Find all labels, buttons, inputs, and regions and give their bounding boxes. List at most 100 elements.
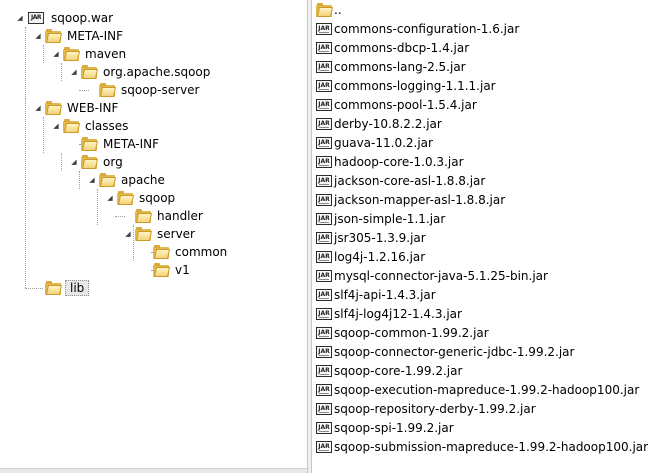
list-item[interactable]: JAR jackson-core-asl-1.8.8.jar xyxy=(316,171,648,190)
list-item[interactable]: JAR sqoop-core-1.99.2.jar xyxy=(316,361,648,380)
tree-node-label: sqoop-server xyxy=(121,83,200,97)
list-item[interactable]: JAR hadoop-core-1.0.3.jar xyxy=(316,152,648,171)
tree-node-label: META-INF xyxy=(103,137,160,151)
list-item[interactable]: JAR sqoop-submission-mapreduce-1.99.2-had… xyxy=(316,437,648,456)
list-item[interactable]: JAR sqoop-connector-generic-jdbc-1.99.2.j… xyxy=(316,342,648,361)
list-item[interactable]: JAR commons-dbcp-1.4.jar xyxy=(316,38,648,57)
tree-node-label: classes xyxy=(85,119,129,133)
list-item[interactable]: JAR commons-pool-1.5.4.jar xyxy=(316,95,648,114)
tree-node-web-inf[interactable]: ◢ WEB-INF xyxy=(34,99,120,117)
list-item[interactable]: JAR derby-10.8.2.2.jar xyxy=(316,114,648,133)
collapse-icon[interactable]: ◢ xyxy=(70,68,78,76)
jar-file-icon: JAR xyxy=(316,250,332,264)
file-name: sqoop-repository-derby-1.99.2.jar xyxy=(334,401,536,416)
folder-icon xyxy=(135,209,153,223)
file-name: hadoop-core-1.0.3.jar xyxy=(334,154,464,169)
jar-file-icon: JAR xyxy=(316,193,332,207)
tree-connector-line xyxy=(97,189,98,225)
tree-node-v1[interactable]: ◢v1 xyxy=(142,261,192,279)
list-item[interactable]: JAR sqoop-repository-derby-1.99.2.jar xyxy=(316,399,648,418)
folder-tree: ◢ JAR sqoop.war ◢ META-INF ◢ maven ◢ org.apac… xyxy=(0,0,307,473)
jar-file-icon: JAR xyxy=(316,136,332,150)
jar-file-icon: JAR xyxy=(316,60,332,74)
collapse-icon[interactable]: ◢ xyxy=(52,50,60,58)
file-name: slf4j-api-1.4.3.jar xyxy=(334,287,436,302)
tree-connector-line xyxy=(61,153,62,171)
file-name: slf4j-log4j12-1.4.3.jar xyxy=(334,306,462,321)
file-name: log4j-1.2.16.jar xyxy=(334,249,426,264)
list-item[interactable]: JAR slf4j-log4j12-1.4.3.jar xyxy=(316,304,648,323)
list-item[interactable]: JAR jsr305-1.3.9.jar xyxy=(316,228,648,247)
collapse-icon[interactable]: ◢ xyxy=(124,230,132,238)
tree-node-label: lib xyxy=(65,280,90,296)
tree-node-common[interactable]: ◢common xyxy=(142,243,229,261)
jar-file-icon: JAR xyxy=(316,345,332,359)
collapse-icon[interactable]: ◢ xyxy=(70,158,78,166)
file-list: .. JAR commons-configuration-1.6.jar JAR co… xyxy=(316,0,648,456)
file-list-pane[interactable]: .. JAR commons-configuration-1.6.jar JAR co… xyxy=(312,0,655,473)
file-name: .. xyxy=(334,2,342,17)
list-item-parent-folder[interactable]: .. xyxy=(316,0,648,19)
list-item[interactable]: JAR commons-logging-1.1.1.jar xyxy=(316,76,648,95)
tree-node-classes[interactable]: ◢ classes xyxy=(52,117,130,135)
tree-node-maven[interactable]: ◢ maven xyxy=(52,45,128,63)
file-name: guava-11.0.2.jar xyxy=(334,135,433,150)
tree-connector-line xyxy=(25,99,26,288)
folder-icon xyxy=(63,47,81,61)
jar-file-icon: JAR xyxy=(316,117,332,131)
file-name: sqoop-core-1.99.2.jar xyxy=(334,363,463,378)
jar-file-icon: JAR xyxy=(316,402,332,416)
list-item[interactable]: JAR commons-configuration-1.6.jar xyxy=(316,19,648,38)
file-name: sqoop-connector-generic-jdbc-1.99.2.jar xyxy=(334,344,575,359)
tree-node-meta-inf[interactable]: ◢ META-INF xyxy=(34,27,125,45)
list-item[interactable]: JAR log4j-1.2.16.jar xyxy=(316,247,648,266)
file-name: commons-pool-1.5.4.jar xyxy=(334,97,477,112)
horizontal-scrollbar[interactable] xyxy=(0,468,307,473)
list-item[interactable]: JAR sqoop-spi-1.99.2.jar xyxy=(316,418,648,437)
collapse-icon[interactable]: ◢ xyxy=(16,14,24,22)
collapse-icon[interactable]: ◢ xyxy=(88,176,96,184)
list-item[interactable]: JAR json-simple-1.1.jar xyxy=(316,209,648,228)
folder-icon xyxy=(153,245,171,259)
tree-node-org-apache-sqoop[interactable]: ◢ org.apache.sqoop xyxy=(70,63,212,81)
tree-node-handler[interactable]: ◢handler xyxy=(124,207,205,225)
tree-node-org[interactable]: ◢ org xyxy=(70,153,125,171)
list-item[interactable]: JAR slf4j-api-1.4.3.jar xyxy=(316,285,648,304)
tree-node-server[interactable]: ◢ server xyxy=(124,225,197,243)
tree-node-label: common xyxy=(175,245,228,259)
list-item[interactable]: JAR sqoop-common-1.99.2.jar xyxy=(316,323,648,342)
file-name: derby-10.8.2.2.jar xyxy=(334,116,442,131)
list-item[interactable]: JAR guava-11.0.2.jar xyxy=(316,133,648,152)
tree-node-label: META-INF xyxy=(67,29,124,43)
tree-node-apache[interactable]: ◢ apache xyxy=(88,171,167,189)
list-item[interactable]: JAR commons-lang-2.5.jar xyxy=(316,57,648,76)
tree-node-label: server xyxy=(157,227,195,241)
tree-root-sqoop-war[interactable]: ◢ JAR sqoop.war xyxy=(16,9,115,27)
folder-icon xyxy=(81,65,99,79)
list-item[interactable]: JAR jackson-mapper-asl-1.8.8.jar xyxy=(316,190,648,209)
collapse-icon[interactable]: ◢ xyxy=(34,104,42,112)
tree-connector-line xyxy=(43,117,44,153)
tree-node-label: org.apache.sqoop xyxy=(103,65,211,79)
folder-icon xyxy=(45,281,63,295)
list-item[interactable]: JAR mysql-connector-java-5.1.25-bin.jar xyxy=(316,266,648,285)
tree-node-label: v1 xyxy=(175,263,190,277)
tree-connector-line xyxy=(61,63,62,81)
folder-tree-pane[interactable]: ◢ JAR sqoop.war ◢ META-INF ◢ maven ◢ org.apac… xyxy=(0,0,307,473)
jar-file-icon: JAR xyxy=(316,174,332,188)
tree-node-lib[interactable]: ◢lib xyxy=(34,279,90,297)
folder-icon xyxy=(63,119,81,133)
collapse-icon[interactable]: ◢ xyxy=(106,194,114,202)
tree-node-meta-inf[interactable]: ◢META-INF xyxy=(70,135,161,153)
folder-icon xyxy=(153,263,171,277)
tree-node-sqoop[interactable]: ◢ sqoop xyxy=(106,189,177,207)
collapse-icon[interactable]: ◢ xyxy=(34,32,42,40)
list-item[interactable]: JAR sqoop-execution-mapreduce-1.99.2-hado… xyxy=(316,380,648,399)
jar-file-icon: JAR xyxy=(316,98,332,112)
jar-archive-icon: JAR xyxy=(27,10,45,26)
tree-node-sqoop-server[interactable]: ◢sqoop-server xyxy=(88,81,202,99)
jar-file-icon: JAR xyxy=(316,22,332,36)
jar-file-icon: JAR xyxy=(316,364,332,378)
jar-file-icon: JAR xyxy=(316,41,332,55)
collapse-icon[interactable]: ◢ xyxy=(52,122,60,130)
